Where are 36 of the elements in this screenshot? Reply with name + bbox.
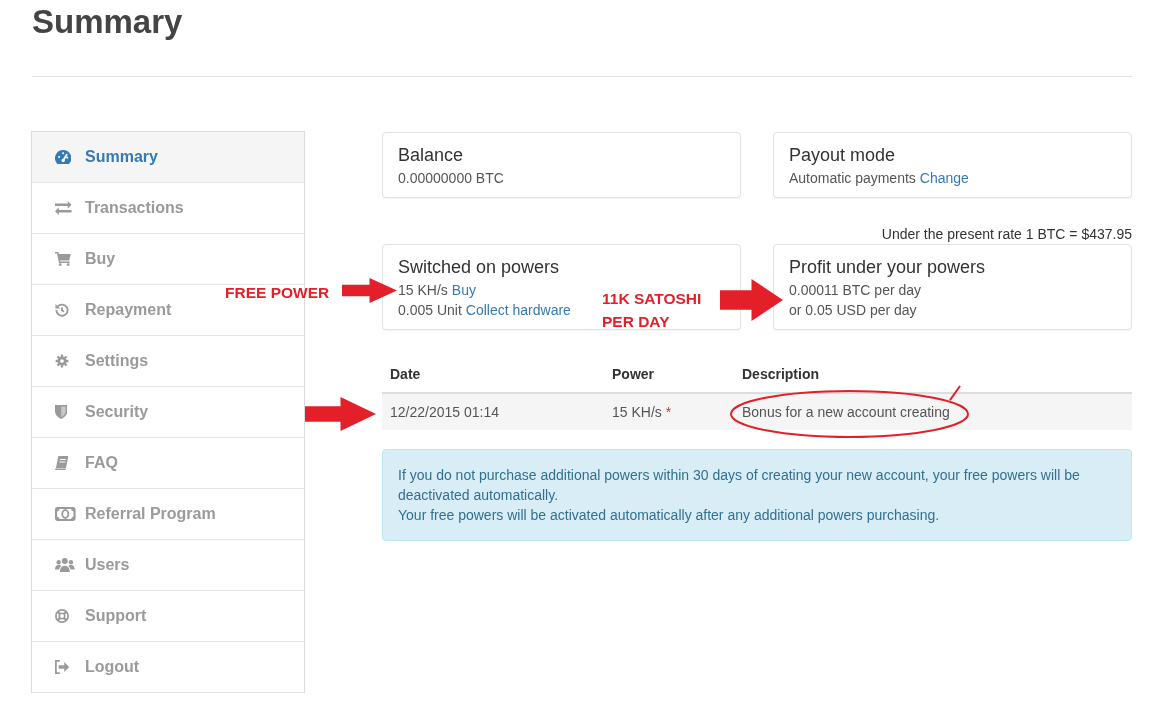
- annotation-arrow: [720, 279, 783, 321]
- alert-text: Your free powers will be activated automatically after any additional powers purchasing.: [398, 506, 941, 525]
- card-title: Switched on powers: [398, 257, 560, 277]
- card-link[interactable]: Change: [919, 168, 969, 188]
- table-cell: 15 KH/s *: [604, 393, 734, 430]
- annotation-label: 11K SATOSHI PER DAY: [602, 289, 703, 332]
- card-link[interactable]: Buy: [451, 280, 476, 300]
- annotation-arrow: [342, 278, 397, 303]
- users-icon: [55, 558, 75, 572]
- cart-icon: [55, 252, 71, 266]
- gear-icon: [55, 354, 69, 368]
- swap-arrows-icon: [55, 201, 72, 215]
- lifebuoy-icon: [55, 609, 69, 623]
- book-icon: [55, 456, 69, 470]
- card-title: Payout mode: [789, 145, 896, 165]
- shield-icon: [55, 405, 68, 419]
- card-title: Balance: [398, 145, 464, 165]
- logout-icon: [55, 660, 70, 674]
- alert-text: If you do not purchase additional powers within 30 days of creating your new account, your free powers will be deactivated automatically.: [398, 466, 1081, 505]
- page-title: Summary: [32, 2, 183, 42]
- card-value: 0.005 Unit: [398, 301, 462, 320]
- annotation-arrow: [305, 397, 376, 431]
- gauge-icon: [55, 150, 72, 164]
- banknote-icon: [55, 507, 76, 521]
- table-cell: 12/22/2015 01:14: [382, 393, 604, 430]
- card-value: or 0.05 USD per day: [789, 301, 917, 320]
- history-icon: [55, 303, 69, 317]
- sidebar-item[interactable]: Summary: [32, 132, 304, 182]
- card-value: 0.00011 BTC per day: [789, 281, 922, 300]
- card-value: Automatic payments: [789, 169, 916, 188]
- card-value: 15 KH/s: [398, 281, 448, 300]
- card-title: Profit under your powers: [789, 257, 986, 277]
- card-link[interactable]: Collect hardware: [465, 300, 571, 320]
- table-cell: Bonus for a new account creating: [734, 393, 1132, 430]
- card-value: 0.00000000 BTC: [398, 169, 504, 188]
- rate-note: Under the present rate 1 BTC = $437.95: [881, 225, 1132, 244]
